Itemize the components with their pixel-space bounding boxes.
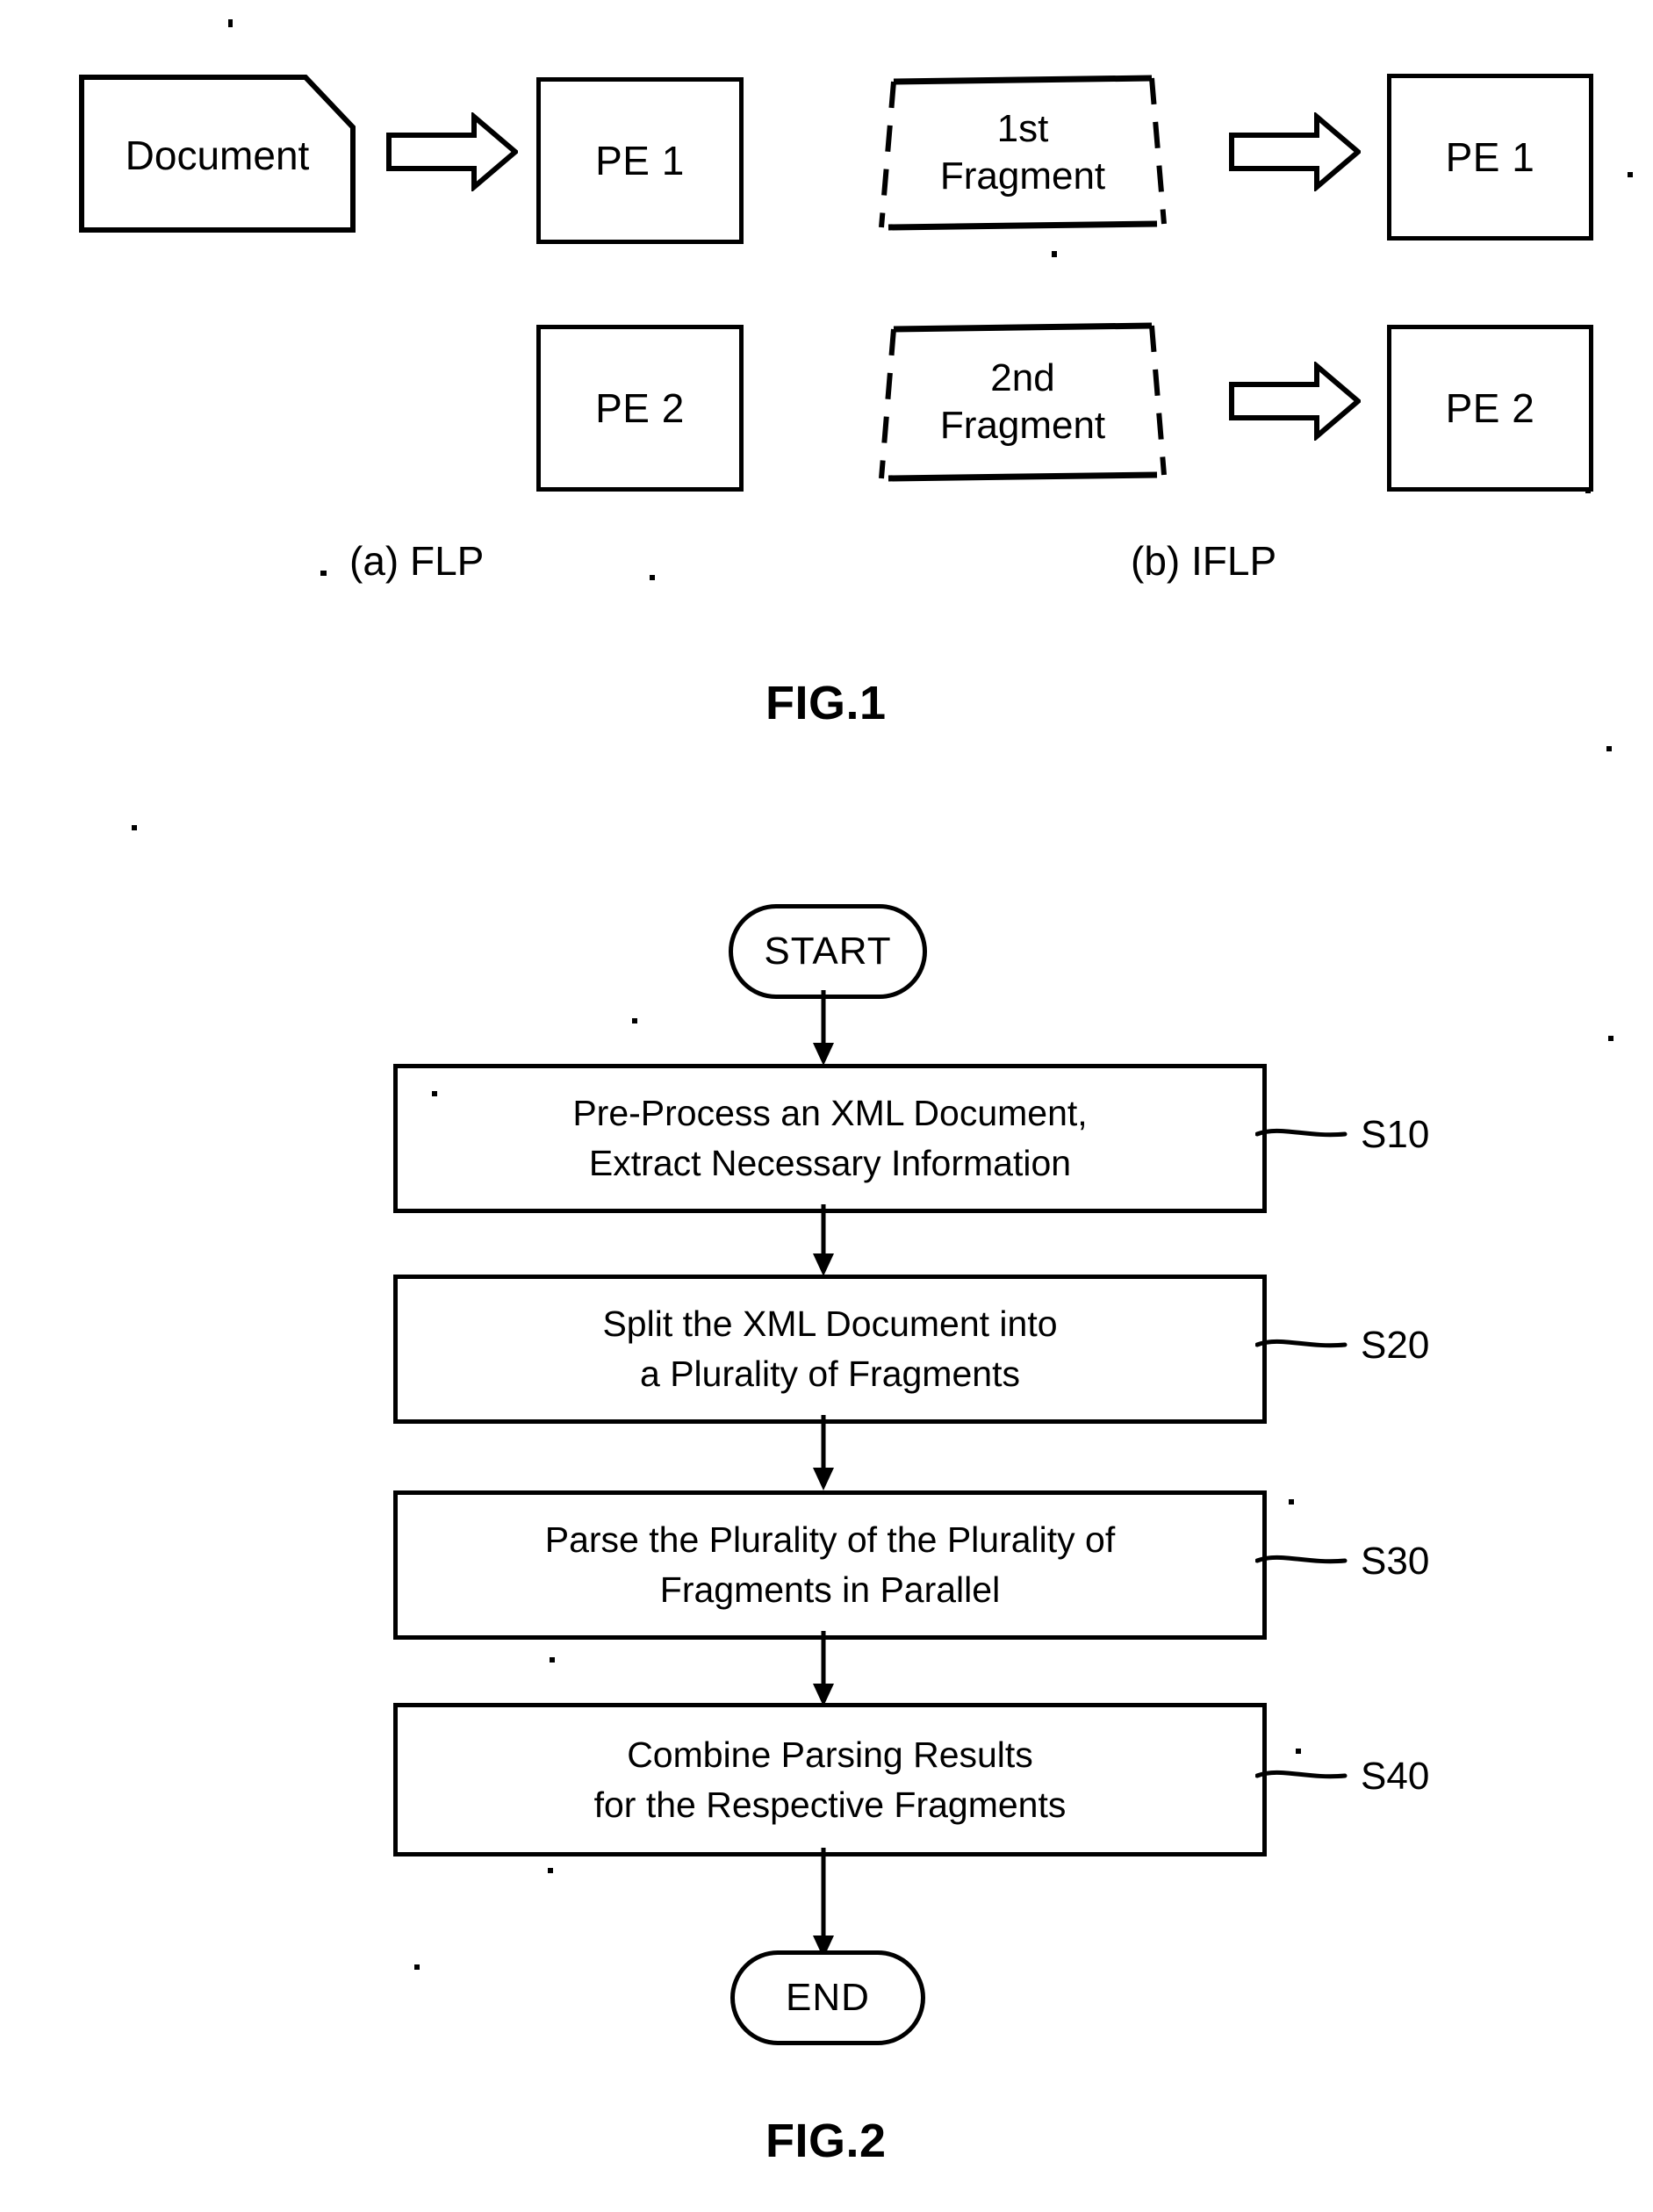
- second-fragment-line-1: 2nd: [990, 356, 1055, 400]
- scan-speck: [548, 1868, 553, 1873]
- step-tag-s20: S20: [1361, 1324, 1430, 1367]
- start-node-label: START: [764, 930, 892, 973]
- scan-speck: [432, 1091, 437, 1096]
- step-box-s40: Combine Parsing Results for the Respecti…: [393, 1703, 1267, 1856]
- first-fragment-line-2: Fragment: [939, 154, 1106, 198]
- step-s10-line-2: Extract Necessary Information: [588, 1143, 1072, 1183]
- step-tag-s10: S10: [1361, 1113, 1430, 1156]
- scan-speck: [632, 1018, 637, 1023]
- patent-figure-sheet: Document PE 1 PE 2 1st Fragment 2nd Frag…: [0, 0, 1653, 2212]
- step-box-s30: Parse the Plurality of the Plurality of …: [393, 1490, 1267, 1640]
- scan-speck: [1289, 1499, 1294, 1505]
- leader-line-s30: [1254, 1534, 1361, 1587]
- step-box-s20: Split the XML Document into a Plurality …: [393, 1275, 1267, 1424]
- connector-s20-to-s30: [804, 1415, 843, 1494]
- figure-2-caption: FIG.2: [765, 2115, 887, 2167]
- end-node-label: END: [786, 1976, 870, 2019]
- step-s40-line-1: Combine Parsing Results: [627, 1734, 1033, 1775]
- figure-2-group: START Pre-Process an XML Document, Extra…: [0, 0, 1653, 2212]
- second-fragment-line-2: Fragment: [939, 404, 1106, 447]
- step-s20-line-2: a Plurality of Fragments: [640, 1354, 1020, 1394]
- step-s30-line-1: Parse the Plurality of the Plurality of: [544, 1519, 1116, 1561]
- scan-speck: [1608, 1036, 1613, 1041]
- step-s40-line-2: for the Respective Fragments: [593, 1784, 1067, 1825]
- step-s30-line-2: Fragments in Parallel: [659, 1569, 1001, 1610]
- start-node: START: [729, 904, 927, 999]
- scan-speck: [132, 825, 137, 830]
- first-fragment-shape: 1st Fragment: [869, 68, 1176, 237]
- scan-speck: [414, 1964, 420, 1970]
- connector-start-to-s10: [804, 990, 843, 1069]
- connector-s30-to-s40: [804, 1631, 843, 1710]
- document-label: Document: [125, 133, 310, 178]
- connector-s10-to-s20: [804, 1204, 843, 1280]
- step-tag-s40: S40: [1361, 1755, 1430, 1798]
- first-fragment-text: 1st Fragment: [869, 68, 1176, 237]
- step-tag-s30: S30: [1361, 1540, 1430, 1583]
- step-box-s10: Pre-Process an XML Document, Extract Nec…: [393, 1064, 1267, 1213]
- scan-speck: [1296, 1749, 1301, 1754]
- first-fragment-line-1: 1st: [996, 107, 1049, 151]
- step-s10-line-1: Pre-Process an XML Document,: [572, 1093, 1088, 1134]
- leader-line-s20: [1254, 1318, 1361, 1371]
- end-node: END: [730, 1950, 925, 2045]
- leader-line-s10: [1254, 1108, 1361, 1160]
- leader-line-s40: [1254, 1749, 1361, 1802]
- step-s20-line-1: Split the XML Document into: [602, 1304, 1058, 1345]
- connector-s40-to-end: [804, 1848, 843, 1962]
- second-fragment-shape: 2nd Fragment: [869, 318, 1176, 486]
- second-fragment-text: 2nd Fragment: [869, 318, 1176, 486]
- scan-speck: [550, 1657, 555, 1663]
